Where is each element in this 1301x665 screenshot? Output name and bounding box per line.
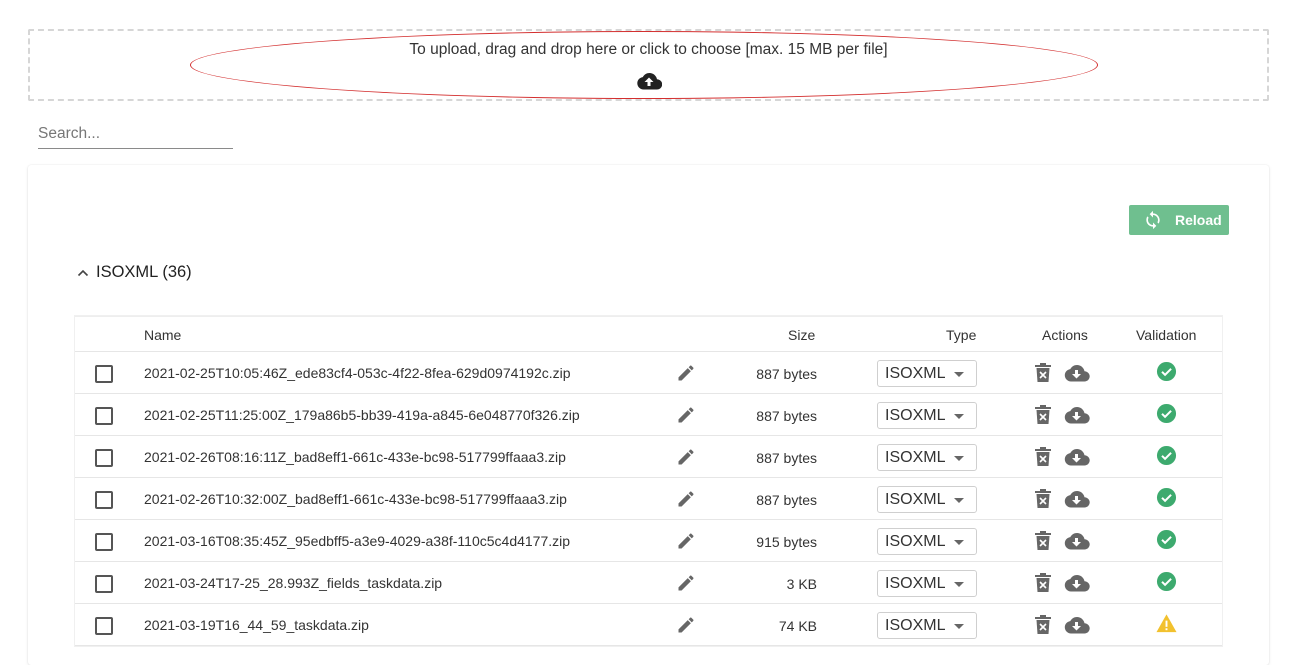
- table-row: 2021-02-25T10:05:46Z_ede83cf4-053c-4f22-…: [75, 352, 1222, 394]
- header-validation: Validation: [1136, 327, 1197, 343]
- type-select[interactable]: ISOXML: [877, 570, 977, 597]
- cloud-download-icon[interactable]: [1063, 532, 1090, 551]
- file-name: 2021-03-19T16_44_59_taskdata.zip: [144, 617, 369, 633]
- reload-label: Reload: [1175, 212, 1222, 228]
- file-size: 887 bytes: [756, 450, 817, 466]
- row-checkbox[interactable]: [95, 407, 113, 425]
- cloud-download-icon[interactable]: [1063, 406, 1090, 425]
- cloud-download-icon[interactable]: [1063, 490, 1090, 509]
- type-select-value: ISOXML: [885, 364, 946, 382]
- type-select-value: ISOXML: [885, 448, 946, 466]
- warning-icon: [1156, 614, 1177, 633]
- trash-icon[interactable]: [1034, 405, 1052, 425]
- file-name: 2021-03-24T17-25_28.993Z_fields_taskdata…: [144, 575, 443, 591]
- trash-icon[interactable]: [1034, 573, 1052, 593]
- check-circle-icon: [1156, 529, 1177, 550]
- file-size: 887 bytes: [756, 492, 817, 508]
- cloud-upload-icon: [637, 73, 662, 90]
- row-checkbox[interactable]: [95, 449, 113, 467]
- file-size: 3 KB: [786, 576, 817, 592]
- check-circle-icon: [1156, 445, 1177, 466]
- type-select-value: ISOXML: [885, 532, 946, 550]
- pencil-icon[interactable]: [676, 615, 696, 635]
- caret-down-icon: [954, 540, 964, 545]
- type-select[interactable]: ISOXML: [877, 486, 977, 513]
- file-name: 2021-02-25T11:25:00Z_179a86b5-bb39-419a-…: [144, 407, 580, 423]
- header-type: Type: [946, 327, 977, 343]
- table-row: 2021-02-26T10:32:00Z_bad8eff1-661c-433e-…: [75, 478, 1222, 520]
- file-size: 915 bytes: [756, 534, 817, 550]
- trash-icon[interactable]: [1034, 489, 1052, 509]
- dropzone-text: To upload, drag and drop here or click t…: [409, 41, 888, 58]
- upload-dropzone[interactable]: To upload, drag and drop here or click t…: [28, 29, 1269, 101]
- table-row: 2021-03-19T16_44_59_taskdata.zip 74 KB I…: [75, 604, 1222, 646]
- header-name: Name: [144, 327, 182, 343]
- type-select[interactable]: ISOXML: [877, 402, 977, 429]
- table-header: Name Size Type Actions Validation: [75, 317, 1222, 352]
- section-toggle-isoxml[interactable]: ISOXML (36): [76, 263, 192, 282]
- reload-button[interactable]: Reload: [1129, 205, 1229, 235]
- trash-icon[interactable]: [1034, 531, 1052, 551]
- row-checkbox[interactable]: [95, 533, 113, 551]
- caret-down-icon: [954, 414, 964, 419]
- row-checkbox[interactable]: [95, 365, 113, 383]
- caret-down-icon: [954, 372, 964, 377]
- pencil-icon[interactable]: [676, 489, 696, 509]
- type-select[interactable]: ISOXML: [877, 360, 977, 387]
- check-circle-icon: [1156, 487, 1177, 508]
- caret-down-icon: [954, 624, 964, 629]
- file-name: 2021-03-16T08:35:45Z_95edbff5-a3e9-4029-…: [144, 533, 571, 549]
- type-select-value: ISOXML: [885, 574, 946, 592]
- cloud-download-icon[interactable]: [1063, 448, 1090, 467]
- file-name: 2021-02-25T10:05:46Z_ede83cf4-053c-4f22-…: [144, 365, 571, 381]
- row-checkbox[interactable]: [95, 575, 113, 593]
- type-select[interactable]: ISOXML: [877, 444, 977, 471]
- row-checkbox[interactable]: [95, 491, 113, 509]
- type-select[interactable]: ISOXML: [877, 528, 977, 555]
- table-row: 2021-03-24T17-25_28.993Z_fields_taskdata…: [75, 562, 1222, 604]
- file-size: 74 KB: [778, 618, 817, 634]
- pencil-icon[interactable]: [676, 531, 696, 551]
- type-select-value: ISOXML: [885, 616, 946, 634]
- cloud-download-icon[interactable]: [1063, 364, 1090, 383]
- refresh-icon: [1146, 210, 1160, 230]
- trash-icon[interactable]: [1034, 363, 1052, 383]
- caret-down-icon: [954, 456, 964, 461]
- chevron-up-icon: [77, 269, 89, 276]
- pencil-icon[interactable]: [676, 363, 696, 383]
- files-table: Name Size Type Actions Validation 2021-0…: [75, 316, 1222, 646]
- search-input[interactable]: [38, 120, 233, 149]
- file-name: 2021-02-26T08:16:11Z_bad8eff1-661c-433e-…: [144, 449, 566, 465]
- row-checkbox[interactable]: [95, 617, 113, 635]
- check-circle-icon: [1156, 571, 1177, 592]
- type-select-value: ISOXML: [885, 490, 946, 508]
- file-name: 2021-02-26T10:32:00Z_bad8eff1-661c-433e-…: [144, 491, 567, 507]
- cloud-download-icon[interactable]: [1063, 616, 1090, 635]
- files-card: Reload ISOXML (36) Name Size Type Action…: [28, 165, 1269, 665]
- trash-icon[interactable]: [1034, 615, 1052, 635]
- type-select-value: ISOXML: [885, 406, 946, 424]
- trash-icon[interactable]: [1034, 447, 1052, 467]
- pencil-icon[interactable]: [676, 447, 696, 467]
- type-select[interactable]: ISOXML: [877, 612, 977, 639]
- cloud-download-icon[interactable]: [1063, 574, 1090, 593]
- pencil-icon[interactable]: [676, 405, 696, 425]
- header-actions: Actions: [1042, 327, 1088, 343]
- header-size: Size: [788, 327, 816, 343]
- section-title: ISOXML (36): [96, 263, 192, 281]
- file-size: 887 bytes: [756, 366, 817, 382]
- pencil-icon[interactable]: [676, 573, 696, 593]
- check-circle-icon: [1156, 403, 1177, 424]
- table-row: 2021-02-25T11:25:00Z_179a86b5-bb39-419a-…: [75, 394, 1222, 436]
- caret-down-icon: [954, 582, 964, 587]
- table-row: 2021-02-26T08:16:11Z_bad8eff1-661c-433e-…: [75, 436, 1222, 478]
- caret-down-icon: [954, 498, 964, 503]
- table-row: 2021-03-16T08:35:45Z_95edbff5-a3e9-4029-…: [75, 520, 1222, 562]
- file-size: 887 bytes: [756, 408, 817, 424]
- check-circle-icon: [1156, 361, 1177, 382]
